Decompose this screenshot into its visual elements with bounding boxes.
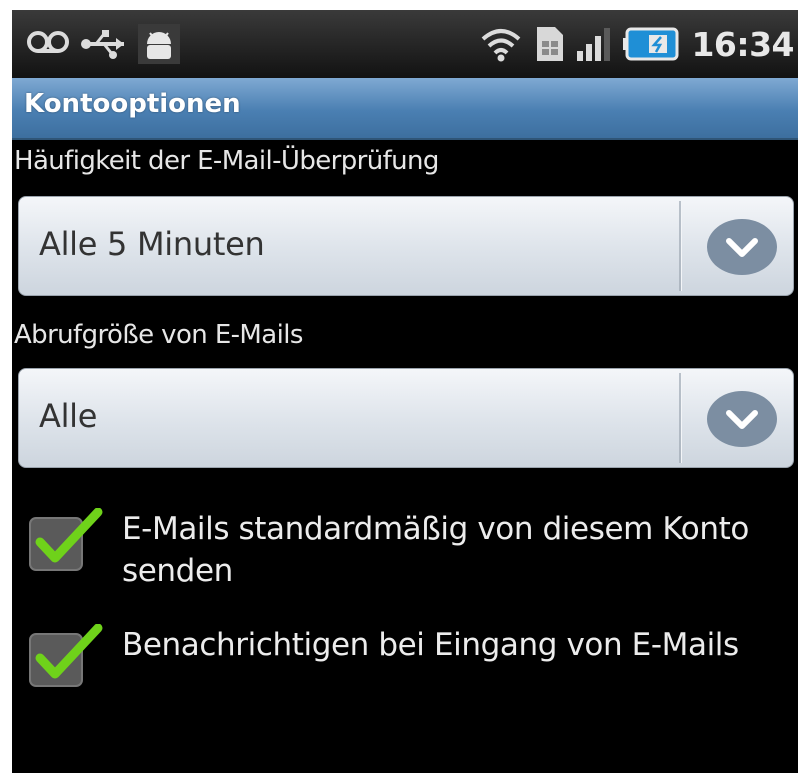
battery-icon: [623, 27, 679, 61]
check-frequency-label: Häufigkeit der E-Mail-Überprüfung: [14, 146, 439, 176]
voicemail-icon: [27, 31, 69, 53]
notification-icons: [26, 20, 180, 68]
retrieval-size-value: Alle: [39, 397, 98, 435]
sim-card-icon: [537, 27, 564, 61]
wifi-icon: [482, 29, 521, 62]
status-clock: 16:34: [691, 24, 794, 64]
notify-checkbox[interactable]: [28, 624, 106, 690]
spinner-divider: [679, 373, 682, 463]
usb-icon: [81, 30, 124, 59]
android-debug-icon: [138, 24, 180, 64]
chevron-down-icon[interactable]: [705, 217, 779, 277]
retrieval-size-spinner[interactable]: Alle: [18, 368, 794, 468]
default-account-label: E-Mails standardmäßig von diesem Konto s…: [122, 511, 749, 589]
default-account-checkbox-row[interactable]: E-Mails standardmäßig von diesem Konto s…: [28, 508, 788, 598]
spinner-divider: [679, 201, 682, 291]
signal-icon: [577, 28, 611, 61]
default-account-checkbox[interactable]: [28, 508, 106, 574]
system-icons: 16:34: [479, 20, 794, 68]
phone-screen: 16:34 Kontooptionen Häufigkeit der E-Mai…: [12, 10, 798, 773]
retrieval-size-label: Abrufgröße von E-Mails: [14, 320, 303, 350]
page-title: Kontooptionen: [24, 89, 241, 119]
notify-checkbox-row[interactable]: Benachrichtigen bei Eingang von E-Mails: [28, 624, 788, 714]
check-frequency-value: Alle 5 Minuten: [39, 225, 265, 263]
status-bar: 16:34: [12, 10, 798, 78]
title-bar: Kontooptionen: [12, 78, 798, 140]
chevron-down-icon[interactable]: [705, 389, 779, 449]
check-frequency-spinner[interactable]: Alle 5 Minuten: [18, 196, 794, 296]
notify-label: Benachrichtigen bei Eingang von E-Mails: [122, 627, 739, 663]
